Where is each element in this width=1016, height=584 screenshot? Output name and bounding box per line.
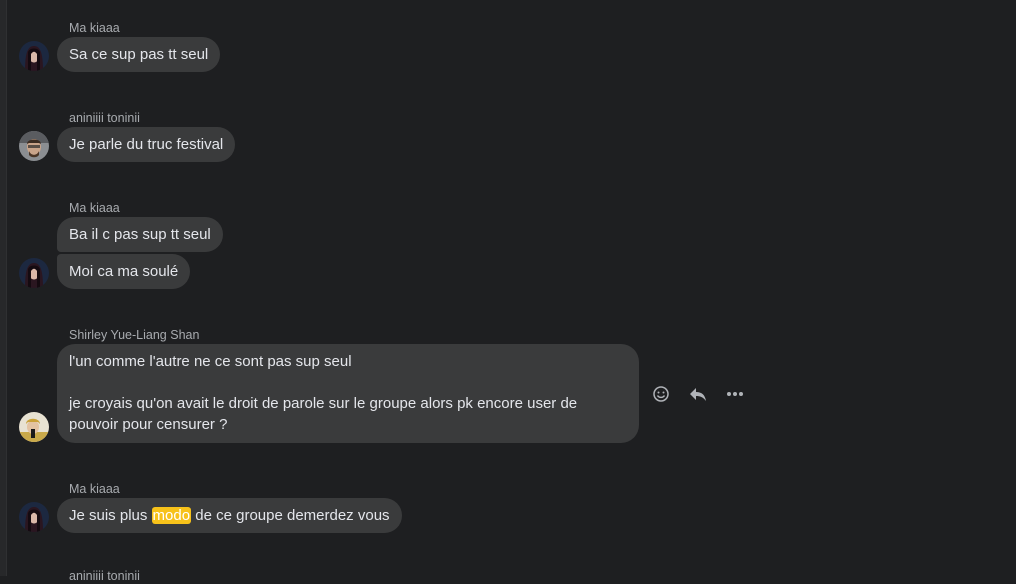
avatar[interactable] xyxy=(19,131,49,161)
sender-name: Ma kiaaa xyxy=(69,482,120,496)
message-bubble[interactable]: Je parle du truc festival xyxy=(57,127,236,162)
message-text: Moi ca ma soulé xyxy=(69,263,179,280)
sender-name: aniniiii toninii xyxy=(69,111,140,125)
message-bubble[interactable]: l'un comme l'autre ne ce sont pas sup se… xyxy=(57,344,639,443)
message-paragraph: je croyais qu'on avait le droit de parol… xyxy=(69,395,578,433)
message-text: Je parle du truc festival xyxy=(69,136,224,153)
react-icon[interactable] xyxy=(648,382,673,406)
sender-name: Ma kiaaa xyxy=(69,21,120,35)
message-bubble[interactable]: Sa ce sup pas tt seul xyxy=(57,37,221,72)
avatar[interactable] xyxy=(19,41,49,71)
search-highlight: modo xyxy=(151,507,192,524)
message-paragraph: l'un comme l'autre ne ce sont pas sup se… xyxy=(69,353,352,370)
message-text: Ba il c pas sup tt seul xyxy=(69,226,211,243)
message-thread: Ma kiaaa Sa ce sup pas tt seul aniniiii … xyxy=(0,0,1016,583)
message-text: de ce groupe demerdez vous xyxy=(191,507,390,524)
avatar[interactable] xyxy=(19,502,49,532)
message-bubble[interactable]: Ba il c pas sup tt seul xyxy=(57,217,223,252)
message-text: Je suis plus xyxy=(69,507,152,524)
message-actions xyxy=(648,382,747,406)
avatar[interactable] xyxy=(19,412,49,442)
message-bubble[interactable]: Je suis plus modo de ce groupe demerdez … xyxy=(57,498,402,533)
message-text: Sa ce sup pas tt seul xyxy=(69,46,209,63)
more-icon[interactable] xyxy=(722,382,747,406)
reply-icon[interactable] xyxy=(685,382,710,406)
message-bubble[interactable]: Moi ca ma soulé xyxy=(57,254,191,289)
sender-name: Shirley Yue-Liang Shan xyxy=(69,328,200,342)
sender-name: aniniiii toninii xyxy=(69,569,140,583)
sender-name: Ma kiaaa xyxy=(69,201,120,215)
avatar[interactable] xyxy=(19,258,49,288)
